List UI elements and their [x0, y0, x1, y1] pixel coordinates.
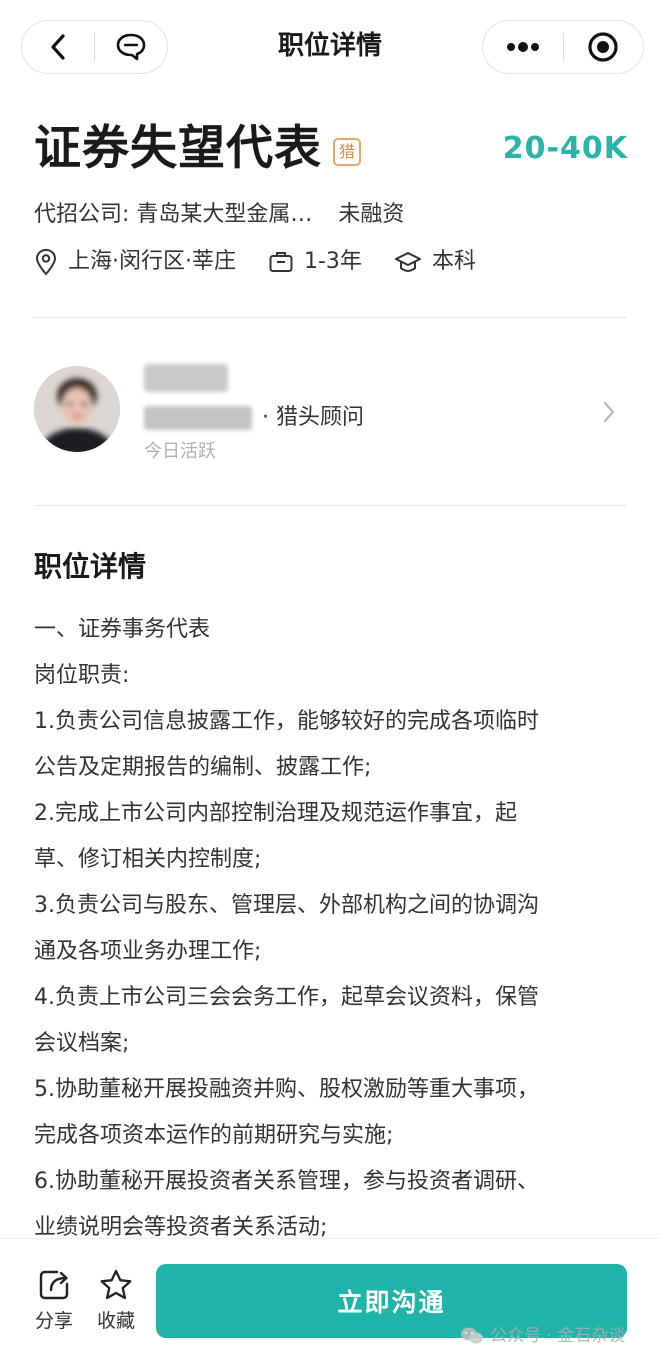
description-line: 一、证券事务代表	[34, 617, 211, 642]
recruiter-name-blurred	[144, 364, 228, 392]
description-line: 1.负责公司信息披露工作，能够较好的完成各项临时	[34, 709, 539, 734]
wechat-icon	[461, 1327, 483, 1344]
share-label: 分享	[34, 1310, 73, 1332]
description-line: 岗位职责:	[34, 663, 130, 688]
more-button[interactable]	[483, 21, 563, 73]
description-line: 公告及定期报告的编制、披露工作;	[34, 755, 372, 780]
more-dots-icon	[506, 42, 539, 52]
recruiter-avatar[interactable]	[34, 366, 120, 452]
chevron-right-icon	[603, 401, 615, 423]
location-item: 上海·闵行区·莘庄	[34, 247, 236, 277]
headhunter-badge: 猎	[333, 138, 361, 166]
watermark: 公众号 · 金石杂谈	[460, 1324, 625, 1348]
recruiter-company-blurred	[144, 406, 252, 430]
share-button[interactable]: 分享	[29, 1268, 79, 1334]
education-text: 本科	[431, 249, 476, 274]
education-item: 本科	[394, 247, 476, 277]
target-circle-icon	[588, 32, 618, 62]
salary-range: 20-40K	[502, 131, 628, 166]
briefcase-icon	[269, 252, 293, 272]
description-line: 通及各项业务办理工作;	[34, 939, 262, 964]
recruiter-detail-link[interactable]	[602, 400, 616, 428]
funding-stage: 未融资	[338, 202, 405, 227]
company-info: 代招公司: 青岛某大型金属… 未融资	[34, 200, 404, 230]
divider	[34, 317, 627, 318]
experience-text: 1-3年	[304, 249, 362, 274]
recruiter-role: · 猎头顾问	[262, 405, 364, 430]
description-line: 完成各项资本运作的前期研究与实施;	[34, 1123, 394, 1148]
close-miniprogram-button[interactable]	[564, 21, 644, 73]
section-title-details: 职位详情	[34, 550, 147, 583]
avatar-image	[34, 366, 120, 452]
job-title: 证券失望代表	[34, 121, 322, 176]
star-icon	[100, 1269, 132, 1300]
description-line: 5.协助董秘开展投融资并购、股权激励等重大事项，	[34, 1077, 539, 1102]
nav-capsule-right	[482, 20, 644, 74]
location-text: 上海·闵行区·莘庄	[68, 249, 236, 274]
description-line: 草、修订相关内控制度;	[34, 847, 262, 872]
favorite-button[interactable]: 收藏	[91, 1268, 141, 1334]
description-line: 2.完成上市公司内部控制治理及规范运作事宜，起	[34, 801, 517, 826]
company-name: 代招公司: 青岛某大型金属…	[34, 202, 313, 227]
recruiter-title-line: · 猎头顾问	[144, 403, 364, 433]
description-line: 6.协助董秘开展投资者关系管理，参与投资者调研、	[34, 1169, 539, 1194]
description-line: 会议档案;	[34, 1031, 130, 1056]
experience-item: 1-3年	[268, 247, 362, 277]
graduation-cap-icon	[394, 252, 421, 273]
favorite-label: 收藏	[96, 1310, 135, 1332]
location-pin-icon	[35, 248, 57, 276]
share-icon	[39, 1270, 69, 1300]
watermark-text: 公众号 · 金石杂谈	[490, 1326, 626, 1346]
divider	[34, 505, 627, 506]
job-description: 一、证券事务代表 岗位职责: 1.负责公司信息披露工作，能够较好的完成各项临时 公告及…	[34, 607, 629, 1251]
recruiter-active-status: 今日活跃	[144, 441, 216, 462]
job-meta: 上海·闵行区·莘庄 1-3年 本科	[34, 247, 476, 277]
description-line: 3.负责公司与股东、管理层、外部机构之间的协调沟	[34, 893, 539, 918]
description-line: 4.负责上市公司三会会务工作，起草会议资料，保管	[34, 985, 539, 1010]
